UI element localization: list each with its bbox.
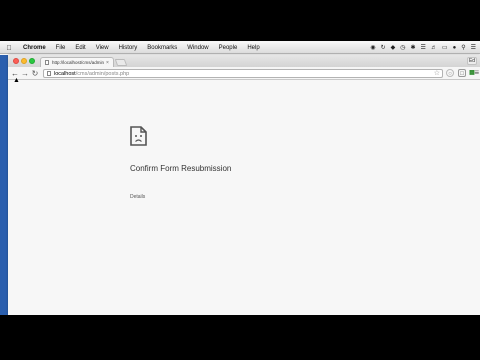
error-page: Confirm Form Resubmission Details xyxy=(8,81,480,315)
volume-icon[interactable]: ♬ xyxy=(431,43,437,54)
reload-icon[interactable]: ↻ xyxy=(30,67,40,80)
tab-title: http://localhost/cms/admin/ xyxy=(52,60,104,65)
user-icon[interactable]: ● xyxy=(453,43,457,54)
sad-page-icon xyxy=(130,126,147,146)
notification-center-icon[interactable]: ☰ xyxy=(471,43,476,54)
menu-edit[interactable]: Edit xyxy=(70,43,90,54)
record-icon[interactable]: ◉ xyxy=(370,43,375,54)
extension-circle-icon[interactable]: ○ xyxy=(446,69,454,77)
new-tab-button[interactable] xyxy=(114,59,128,66)
menu-bookmarks[interactable]: Bookmarks xyxy=(142,43,182,54)
apple-menu-icon[interactable]:  xyxy=(0,45,18,52)
battery-icon[interactable]: ▭ xyxy=(442,43,448,54)
bookmark-star-icon[interactable]: ☆ xyxy=(434,70,440,78)
spotlight-search-icon[interactable]: ⚲ xyxy=(461,43,465,54)
minimize-window-button[interactable] xyxy=(21,58,27,64)
forward-arrow-icon[interactable]: → xyxy=(20,67,30,80)
error-heading: Confirm Form Resubmission xyxy=(130,164,232,173)
mouse-cursor-icon: ▲ xyxy=(13,77,20,84)
menubar-status-area: ◉ ↻ ◆ ◷ ✱ ☰ ♬ ▭ ● ⚲ ☰ xyxy=(370,43,476,54)
wifi-icon[interactable]: ☰ xyxy=(421,43,426,54)
menu-people[interactable]: People xyxy=(214,43,243,54)
url-host: localhost xyxy=(54,70,76,77)
desktop-edge xyxy=(0,55,8,315)
tab-close-icon[interactable]: × xyxy=(106,60,109,66)
browser-toolbar: ← → ↻ localhost/cms/admin/posts.php ☆ ○ … xyxy=(8,67,480,80)
title-bar: http://localhost/cms/admin/ × Ed xyxy=(8,55,480,67)
sync-icon[interactable]: ↻ xyxy=(381,43,386,54)
dropbox-icon[interactable]: ◆ xyxy=(391,43,396,54)
menu-history[interactable]: History xyxy=(114,43,143,54)
menu-file[interactable]: File xyxy=(51,43,71,54)
url-path: /cms/admin/posts.php xyxy=(75,70,130,77)
page-favicon-icon xyxy=(45,60,49,65)
url-text: localhost/cms/admin/posts.php xyxy=(54,71,129,77)
profile-button[interactable]: Ed xyxy=(467,57,477,65)
menu-window[interactable]: Window xyxy=(182,43,213,54)
menu-help[interactable]: Help xyxy=(242,43,264,54)
maximize-window-button[interactable] xyxy=(29,58,35,64)
menu-app-name[interactable]: Chrome xyxy=(18,43,51,54)
details-button[interactable]: Details xyxy=(130,194,145,200)
address-bar[interactable]: localhost/cms/admin/posts.php ☆ xyxy=(43,69,443,78)
mac-menu-bar:  Chrome File Edit View History Bookmark… xyxy=(0,43,480,54)
menu-view[interactable]: View xyxy=(91,43,114,54)
bluetooth-icon[interactable]: ✱ xyxy=(410,43,415,54)
browser-tab[interactable]: http://localhost/cms/admin/ × xyxy=(40,57,114,67)
page-info-icon[interactable] xyxy=(47,71,51,76)
time-machine-icon[interactable]: ◷ xyxy=(400,43,405,54)
chrome-menu-icon[interactable]: ≡ xyxy=(474,69,479,77)
extension-square-icon[interactable]: □ xyxy=(458,69,466,77)
close-window-button[interactable] xyxy=(13,58,19,64)
